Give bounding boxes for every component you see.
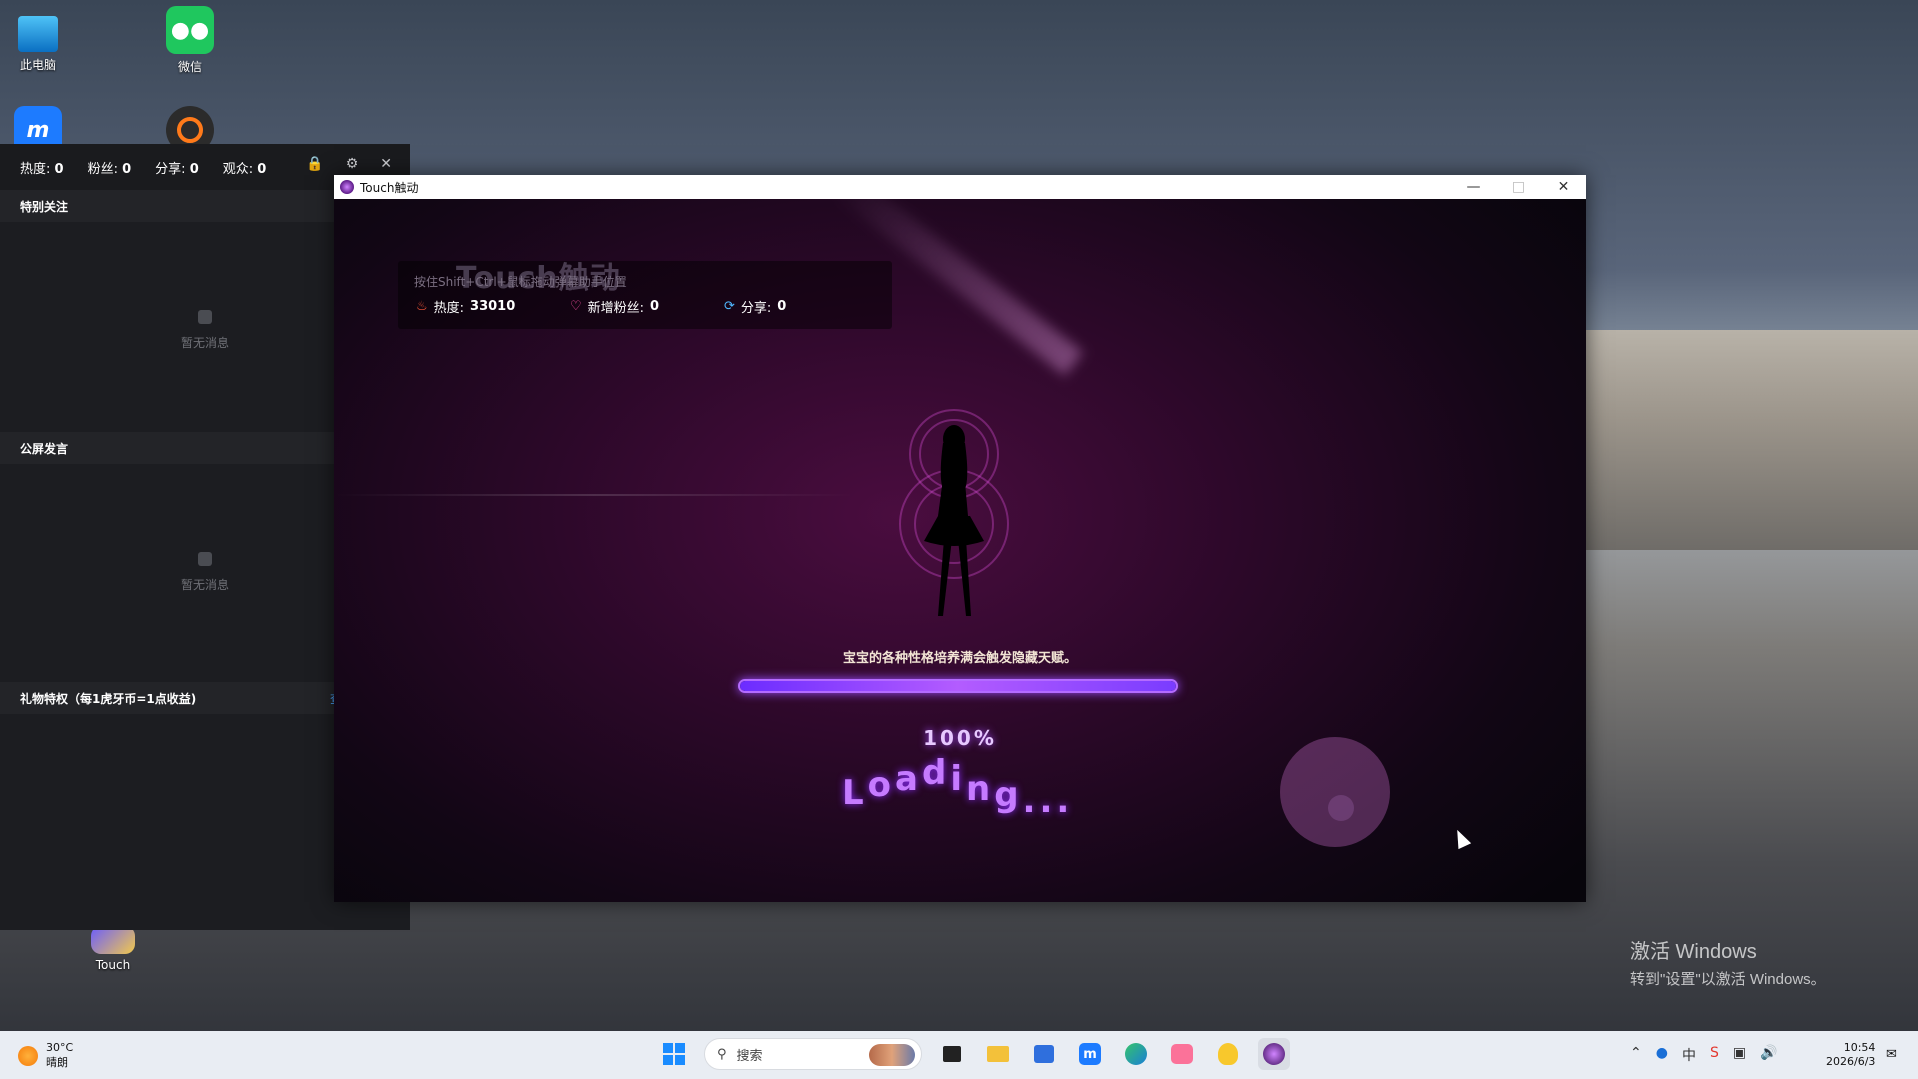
loading-letter: i bbox=[950, 759, 962, 799]
antivirus-icon[interactable]: S bbox=[1710, 1045, 1719, 1065]
stat-heat: 热度: 0 bbox=[20, 161, 64, 177]
stat-share: 分享: 0 bbox=[155, 161, 199, 177]
flame-icon: ♨ bbox=[416, 299, 428, 314]
loading-letter: g bbox=[994, 775, 1019, 815]
windows-activation-watermark: 激活 Windows 转到"设置"以激活 Windows。 bbox=[1630, 935, 1826, 989]
search-highlight-image bbox=[869, 1044, 915, 1066]
touch-app-window: Touch触动 — □ ✕ Touch触动 按住Shift+Ctrl+鼠标拖动弹… bbox=[334, 175, 1586, 902]
loading-text: Loading... bbox=[842, 753, 1073, 821]
window-titlebar[interactable]: Touch触动 — □ ✕ bbox=[334, 175, 1586, 199]
notification-icon[interactable]: ✉ bbox=[1886, 1047, 1897, 1062]
desktop-icon-label: 此电脑 bbox=[19, 58, 56, 72]
touch-app-icon bbox=[340, 180, 354, 194]
danmu-hud[interactable]: Touch触动 按住Shift+Ctrl+鼠标拖动弹幕助手位置 ♨ 热度: 330… bbox=[398, 261, 892, 329]
computer-icon bbox=[18, 16, 58, 52]
minimize-button[interactable]: — bbox=[1451, 175, 1496, 199]
loading-letter: a bbox=[895, 759, 918, 799]
bilibili-icon[interactable] bbox=[1166, 1038, 1198, 1070]
drag-hint: 按住Shift+Ctrl+鼠标拖动弹幕助手位置 bbox=[414, 275, 627, 289]
clock-time: 10:54 bbox=[1843, 1041, 1876, 1054]
activation-subtitle: 转到"设置"以激活 Windows。 bbox=[1630, 971, 1826, 988]
app-m-icon[interactable]: m bbox=[1074, 1038, 1106, 1070]
lock-icon[interactable]: 🔒 bbox=[306, 156, 323, 172]
clock-date: 2026/6/3 bbox=[1826, 1055, 1876, 1068]
loading-letter: n bbox=[965, 769, 991, 809]
edge-icon[interactable] bbox=[1120, 1038, 1152, 1070]
loading-letter: . bbox=[1039, 781, 1053, 821]
stat-viewers: 观众: 0 bbox=[222, 161, 267, 177]
loading-progress-bar bbox=[738, 679, 1178, 693]
character-silhouette bbox=[924, 425, 984, 616]
desktop-icon-touch[interactable]: Touch bbox=[68, 926, 158, 972]
heart-icon: ♡ bbox=[570, 299, 582, 314]
desktop-icon-label: Touch bbox=[95, 958, 131, 972]
wechat-icon: ●● bbox=[166, 6, 214, 54]
close-button[interactable]: ✕ bbox=[1541, 175, 1586, 199]
weather-temp: 30°C bbox=[46, 1041, 74, 1054]
stat-fans: 粉丝: 0 bbox=[87, 161, 132, 177]
light-streak bbox=[334, 494, 854, 496]
sun-icon bbox=[18, 1045, 38, 1066]
qq-icon[interactable] bbox=[1212, 1038, 1244, 1070]
share-icon: ⟳ bbox=[724, 299, 735, 314]
desktop-icon-wechat[interactable]: ●● 微信 bbox=[145, 6, 235, 75]
loading-percent: 100% bbox=[923, 726, 997, 750]
maximize-button[interactable]: □ bbox=[1496, 175, 1541, 199]
loading-letter: L bbox=[842, 773, 864, 813]
task-view-icon[interactable] bbox=[936, 1038, 968, 1070]
clock[interactable]: 10:54 2026/6/3 bbox=[1826, 1041, 1875, 1069]
hud-heat: ♨ 热度: 33010 bbox=[416, 299, 516, 316]
weather-widget[interactable]: 30°C 晴朗 bbox=[18, 1041, 73, 1070]
loading-letter: . bbox=[1056, 781, 1070, 821]
joystick-knob[interactable] bbox=[1328, 795, 1354, 821]
search-placeholder: 搜索 bbox=[736, 1048, 763, 1064]
taskbar: 30°C 晴朗 ⚲ 搜索 m ⌃ ● 中 S ▣ 🔊 10:54 2026/6/… bbox=[0, 1031, 1918, 1079]
touch-game-icon bbox=[91, 926, 135, 954]
window-title: Touch触动 bbox=[360, 180, 419, 195]
virtual-joystick[interactable] bbox=[1280, 737, 1390, 847]
desktop-icon-this-pc[interactable]: 此电脑 bbox=[0, 10, 83, 73]
touch-app-icon[interactable] bbox=[1258, 1038, 1290, 1070]
loading-letter: d bbox=[921, 753, 947, 793]
desktop-icon-label: 微信 bbox=[177, 60, 202, 74]
chevron-up-icon[interactable]: ⌃ bbox=[1630, 1045, 1642, 1065]
loading-letter: o bbox=[867, 765, 892, 805]
progress-fill bbox=[740, 681, 1176, 691]
activation-title: 激活 Windows bbox=[1630, 941, 1757, 963]
loading-tip: 宝宝的各种性格培养满会触发隐藏天赋。 bbox=[842, 651, 1077, 666]
weather-desc: 晴朗 bbox=[46, 1056, 68, 1069]
hud-share: ⟳ 分享: 0 bbox=[724, 299, 787, 316]
loading-letter: . bbox=[1022, 781, 1036, 821]
hud-new-fans: ♡ 新增粉丝: 0 bbox=[570, 299, 660, 316]
taskbar-search[interactable]: ⚲ 搜索 bbox=[704, 1038, 922, 1070]
network-icon[interactable]: ▣ bbox=[1733, 1045, 1746, 1065]
ime-icon[interactable]: 中 bbox=[1682, 1045, 1696, 1065]
desktop-wallpaper-beach bbox=[1580, 330, 1918, 550]
store-icon[interactable] bbox=[1028, 1038, 1060, 1070]
volume-icon[interactable]: 🔊 bbox=[1760, 1045, 1777, 1065]
file-explorer-icon[interactable] bbox=[982, 1038, 1014, 1070]
system-tray: ⌃ ● 中 S ▣ 🔊 bbox=[1630, 1045, 1778, 1065]
search-icon: ⚲ bbox=[717, 1046, 727, 1062]
close-icon[interactable]: ✕ bbox=[380, 156, 392, 172]
game-stage: Touch触动 按住Shift+Ctrl+鼠标拖动弹幕助手位置 ♨ 热度: 330… bbox=[334, 199, 1586, 902]
windows-start-icon[interactable] bbox=[658, 1038, 690, 1070]
empty-icon bbox=[198, 552, 212, 566]
empty-icon bbox=[198, 310, 212, 324]
settings-icon[interactable]: ⚙ bbox=[346, 156, 359, 172]
mic-icon[interactable]: ● bbox=[1656, 1045, 1668, 1065]
